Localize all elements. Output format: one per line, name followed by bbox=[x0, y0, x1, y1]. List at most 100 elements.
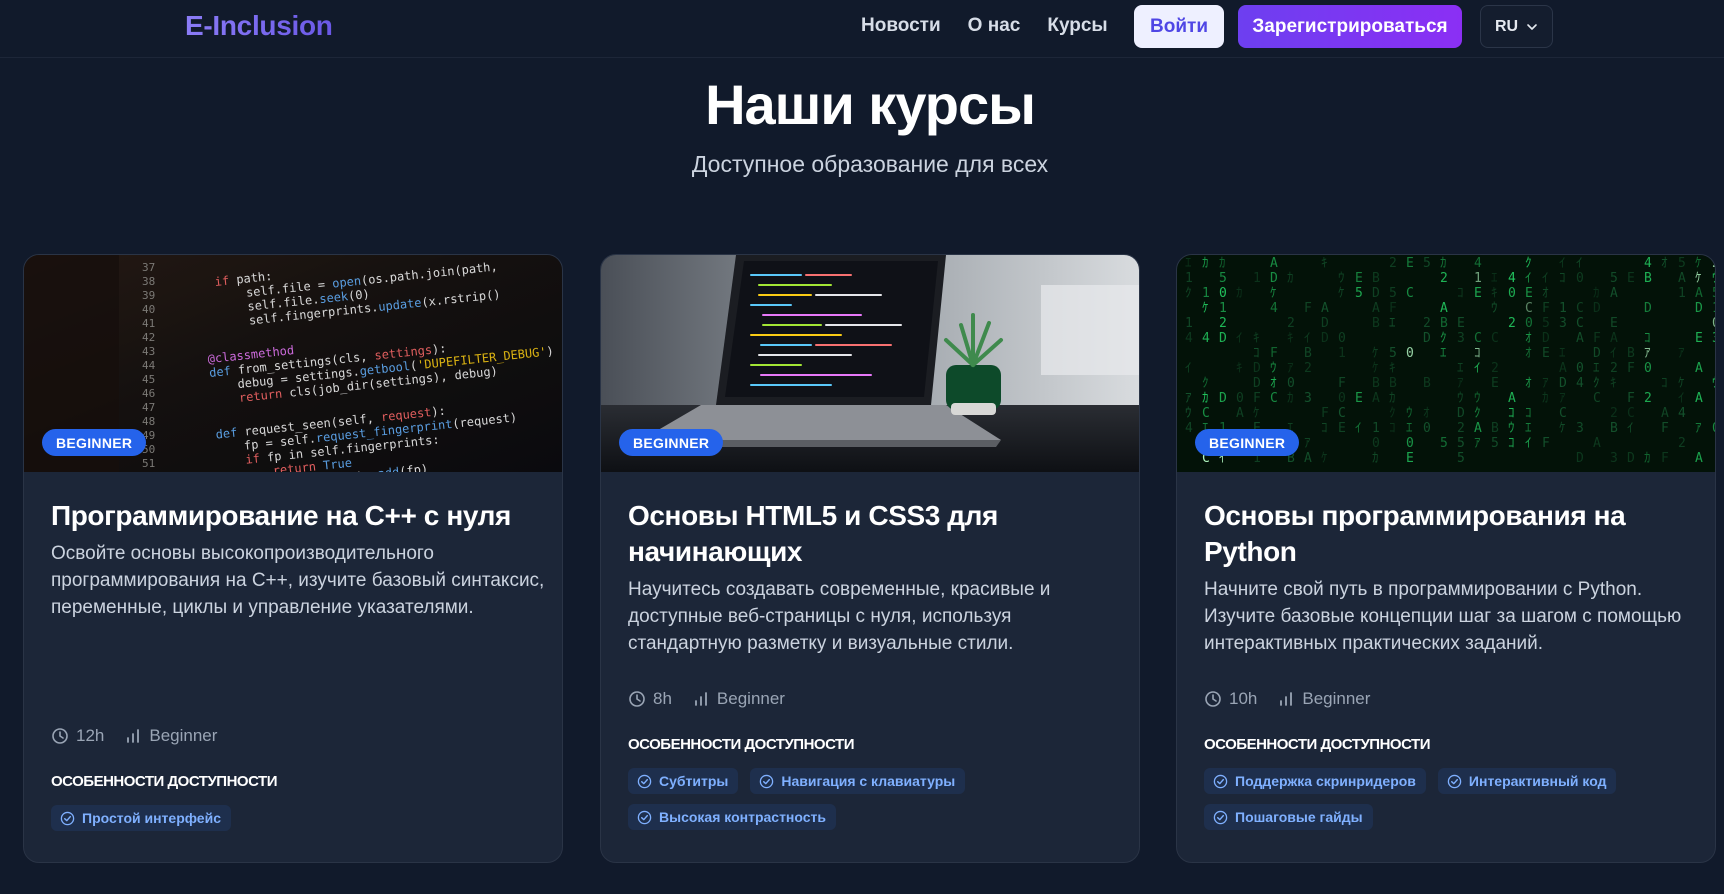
svg-text:5: 5 bbox=[1389, 346, 1397, 361]
nav-link-news[interactable]: Новости bbox=[861, 15, 941, 37]
nav-link-courses[interactable]: Курсы bbox=[1047, 15, 1107, 37]
svg-text:ｳ: ｳ bbox=[1491, 301, 1498, 316]
course-card[interactable]: ｴ1ｸ14ｲｱｳ4ｶ1ｹ4ｸｶCｴACｶ5012DD1ｲｶｲｷ0A41ｷｺDDF… bbox=[1176, 254, 1716, 863]
svg-text:A: A bbox=[1695, 391, 1703, 406]
course-card[interactable]: 37 38 39 40 41 42 43 44 45 46 47 48 49 50 51 if pa… bbox=[23, 254, 563, 863]
svg-text:ｲ: ｲ bbox=[1304, 331, 1311, 346]
svg-text:ｴ: ｴ bbox=[1491, 271, 1498, 286]
svg-text:F: F bbox=[1627, 391, 1635, 406]
svg-text:ｲ: ｲ bbox=[1185, 361, 1192, 376]
svg-text:B: B bbox=[1423, 376, 1431, 391]
svg-text:ｴ: ｴ bbox=[1185, 256, 1192, 271]
language-select[interactable]: RU bbox=[1480, 5, 1553, 48]
svg-text:ｵ: ｵ bbox=[1270, 376, 1277, 391]
level-value: Beginner bbox=[716, 689, 785, 708]
svg-text:ｴ: ｴ bbox=[1406, 421, 1413, 436]
feature-tag: Навигация с клавиатуры bbox=[750, 768, 966, 794]
course-title[interactable]: Программирование на С++ с нуля bbox=[51, 498, 546, 534]
svg-text:E: E bbox=[1355, 391, 1363, 406]
svg-text:4: 4 bbox=[1644, 256, 1652, 271]
svg-text:ｹ: ｹ bbox=[1695, 271, 1702, 286]
clock-icon bbox=[629, 691, 645, 707]
duration: 12h bbox=[51, 726, 104, 746]
register-button[interactable]: Зарегистрироваться bbox=[1238, 5, 1462, 48]
svg-text:ｶ: ｶ bbox=[1287, 271, 1294, 286]
logo[interactable]: E-Inclusion bbox=[185, 10, 333, 42]
svg-text:ｺ: ｺ bbox=[1644, 331, 1651, 346]
svg-text:ｶ: ｶ bbox=[1236, 286, 1243, 301]
svg-text:ｺ: ｺ bbox=[1474, 346, 1481, 361]
svg-text:0: 0 bbox=[1372, 436, 1380, 451]
svg-text:ｹ: ｹ bbox=[1321, 451, 1328, 466]
svg-text:ｱ: ｱ bbox=[1474, 436, 1481, 451]
svg-text:B: B bbox=[1627, 346, 1635, 361]
svg-text:ｴ: ｴ bbox=[1593, 361, 1600, 376]
svg-text:1: 1 bbox=[1678, 286, 1686, 301]
login-button[interactable]: Войти bbox=[1134, 5, 1224, 48]
svg-text:ｹ: ｹ bbox=[1695, 256, 1702, 271]
svg-text:D: D bbox=[1644, 301, 1652, 316]
svg-text:C: C bbox=[1338, 406, 1346, 421]
svg-text:ｳ: ｳ bbox=[1406, 406, 1413, 421]
feature-label: Пошаговые гайды bbox=[1235, 809, 1363, 825]
course-title[interactable]: Основы HTML5 и CSS3 для начинающих bbox=[628, 498, 1123, 570]
svg-text:ｶ: ｶ bbox=[1389, 391, 1396, 406]
svg-text:D: D bbox=[1321, 316, 1329, 331]
svg-text:ｴ: ｴ bbox=[1389, 316, 1396, 331]
svg-text:ｲ: ｲ bbox=[1610, 346, 1617, 361]
svg-text:E: E bbox=[1338, 421, 1346, 436]
svg-text:ｲ: ｲ bbox=[1576, 256, 1583, 271]
page-title: Наши курсы bbox=[705, 73, 1036, 136]
svg-text:2: 2 bbox=[1712, 256, 1715, 271]
svg-text:ｵ: ｵ bbox=[1525, 346, 1532, 361]
card-body: Основы HTML5 и CSS3 для начинающих Научи… bbox=[628, 498, 1123, 657]
signal-bars-icon bbox=[1280, 692, 1293, 706]
svg-text:4: 4 bbox=[1270, 301, 1278, 316]
course-title[interactable]: Основы программирования на Python bbox=[1204, 498, 1699, 570]
svg-text:3: 3 bbox=[1457, 331, 1465, 346]
svg-text:A: A bbox=[1304, 451, 1312, 466]
svg-text:A: A bbox=[1321, 301, 1329, 316]
feature-tag: Интерактивный код bbox=[1437, 768, 1617, 794]
svg-text:1: 1 bbox=[1253, 271, 1261, 286]
svg-text:F: F bbox=[1270, 346, 1278, 361]
nav-link-about[interactable]: О нас bbox=[968, 15, 1021, 37]
features-heading: ОСОБЕННОСТИ ДОСТУПНОСТИ bbox=[51, 773, 277, 790]
svg-text:2: 2 bbox=[1423, 316, 1431, 331]
svg-text:F: F bbox=[1542, 301, 1550, 316]
svg-text:4: 4 bbox=[1678, 406, 1686, 421]
course-card[interactable]: BEGINNER Основы HTML5 и CSS3 для начинаю… bbox=[600, 254, 1140, 863]
svg-text:2: 2 bbox=[1457, 421, 1465, 436]
svg-text:1: 1 bbox=[1474, 271, 1482, 286]
svg-text:ｶ: ｶ bbox=[1372, 451, 1379, 466]
clock-icon bbox=[1205, 691, 1221, 707]
svg-text:D: D bbox=[1593, 346, 1601, 361]
svg-text:ｺ: ｺ bbox=[1508, 436, 1515, 451]
svg-text:0: 0 bbox=[1712, 316, 1715, 331]
svg-text:E: E bbox=[1542, 346, 1550, 361]
feature-label: Навигация с клавиатуры bbox=[781, 773, 956, 789]
svg-text:F: F bbox=[1661, 451, 1669, 466]
svg-text:ｱ: ｱ bbox=[1185, 391, 1192, 406]
svg-text:E: E bbox=[1627, 271, 1635, 286]
svg-text:ｵ: ｵ bbox=[1661, 256, 1668, 271]
svg-text:ｱ: ｱ bbox=[1287, 361, 1294, 376]
svg-text:ｱ: ｱ bbox=[1695, 421, 1702, 436]
svg-text:C: C bbox=[1593, 391, 1601, 406]
card-body: Программирование на С++ с нуля Освойте о… bbox=[51, 498, 546, 621]
features-heading: ОСОБЕННОСТИ ДОСТУПНОСТИ bbox=[628, 736, 854, 753]
level-badge: BEGINNER bbox=[42, 429, 147, 456]
svg-text:1: 1 bbox=[1219, 301, 1227, 316]
svg-text:ｳ: ｳ bbox=[1270, 361, 1277, 376]
svg-text:F: F bbox=[1661, 421, 1669, 436]
svg-text:D: D bbox=[1627, 451, 1635, 466]
svg-text:1: 1 bbox=[1202, 286, 1210, 301]
duration-value: 12h bbox=[76, 726, 105, 745]
chevron-down-icon bbox=[1527, 23, 1537, 30]
svg-text:C: C bbox=[1202, 406, 1210, 421]
course-meta: 10h Beginner bbox=[1204, 689, 1370, 709]
features-list: Субтитры Навигация с клавиатуры Высокая … bbox=[628, 768, 1123, 830]
svg-text:A: A bbox=[1593, 436, 1601, 451]
svg-text:ｸ: ｸ bbox=[1440, 331, 1447, 346]
svg-text:ｲ: ｲ bbox=[1627, 421, 1634, 436]
